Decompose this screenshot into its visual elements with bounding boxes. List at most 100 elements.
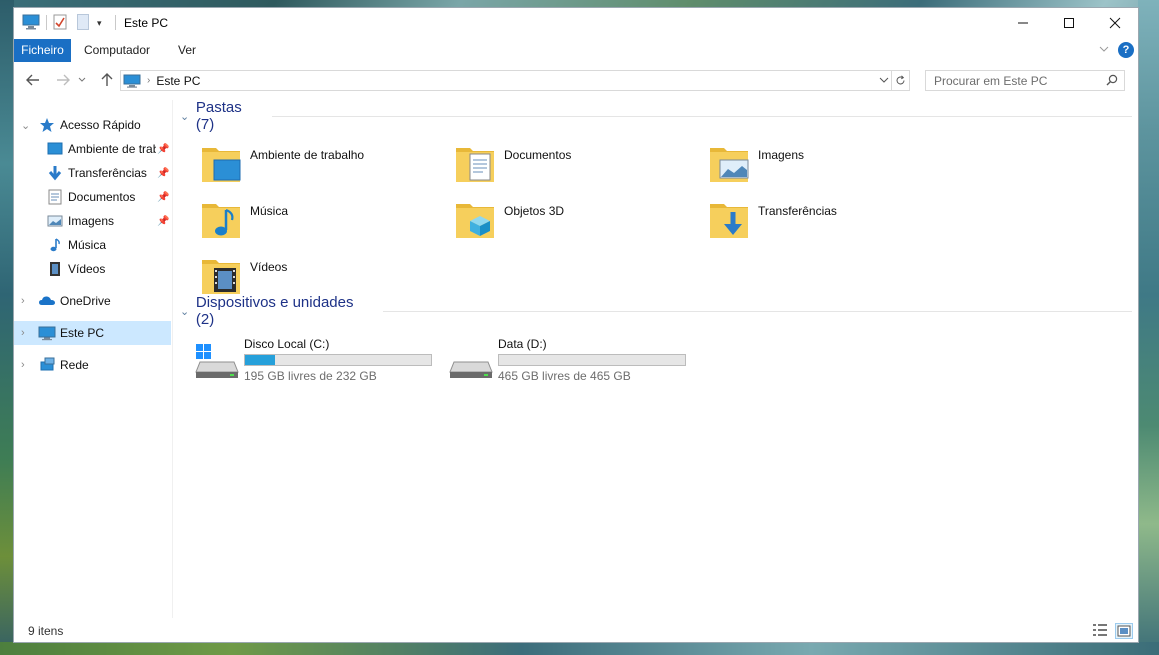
group-header-dispositivos[interactable]: ⌄ Dispositivos e unidades (2): [180, 294, 1132, 328]
nav-label: Documentos: [68, 190, 136, 204]
downloads-icon: [47, 165, 63, 181]
toolbar-separator: [46, 15, 47, 30]
expand-chevron-icon[interactable]: ›: [21, 295, 25, 307]
details-view-icon[interactable]: [1092, 623, 1108, 637]
properties-icon[interactable]: [53, 14, 67, 33]
nav-label: Imagens: [68, 214, 115, 228]
drive-item-c[interactable]: Disco Local (C:) 195 GB livres de 232 GB: [194, 336, 444, 386]
pin-icon[interactable]: 📌: [157, 192, 169, 203]
folder-item[interactable]: Imagens: [708, 142, 948, 192]
pin-icon[interactable]: 📌: [157, 168, 169, 179]
expand-chevron-icon[interactable]: ›: [21, 359, 25, 371]
search-box[interactable]: [925, 70, 1125, 91]
nav-label: Ambiente de trabalho: [68, 142, 156, 156]
maximize-button[interactable]: [1046, 8, 1092, 38]
star-icon: [39, 117, 55, 133]
drive-icon: [448, 344, 494, 380]
network-icon: [38, 357, 55, 373]
collapse-chevron-icon[interactable]: ⌄: [180, 110, 196, 123]
back-button[interactable]: [22, 69, 44, 91]
folder-item[interactable]: Ambiente de trabalho: [200, 142, 440, 192]
nav-item-este-pc[interactable]: › Este PC: [14, 321, 171, 345]
status-bar: 9 itens: [14, 618, 1138, 642]
drive-usage-fill: [245, 355, 275, 365]
folder-label: Ambiente de trabalho: [250, 148, 365, 162]
pane-divider[interactable]: [172, 100, 173, 618]
this-pc-icon: [38, 325, 56, 341]
folder-item[interactable]: Transferências: [708, 198, 948, 248]
this-pc-icon: [123, 74, 141, 88]
tab-ver[interactable]: Ver: [167, 39, 207, 62]
nav-label: OneDrive: [60, 294, 111, 308]
drive-free-space: 195 GB livres de 232 GB: [244, 369, 377, 383]
nav-label: Acesso Rápido: [60, 118, 141, 132]
drive-item-d[interactable]: Data (D:) 465 GB livres de 465 GB: [448, 336, 698, 386]
onedrive-cloud-icon: [38, 293, 55, 309]
search-input[interactable]: [932, 71, 1096, 91]
content-pane: ⌄ Pastas (7) Ambiente de trabalho Docume…: [180, 99, 1132, 614]
recent-locations-chevron-icon[interactable]: [76, 69, 88, 91]
up-button[interactable]: [96, 69, 118, 91]
large-icons-view-icon[interactable]: [1115, 623, 1133, 639]
new-folder-icon[interactable]: [77, 13, 89, 33]
nav-item-transferencias[interactable]: Transferências 📌: [14, 161, 171, 185]
desktop-icon: [47, 141, 63, 157]
expand-ribbon-chevron-icon[interactable]: [1098, 43, 1110, 58]
windows-drive-icon: [194, 344, 240, 380]
music-folder-icon: [200, 198, 244, 242]
folder-item[interactable]: Documentos: [454, 142, 694, 192]
pin-icon[interactable]: 📌: [157, 144, 169, 155]
nav-item-videos[interactable]: Vídeos: [14, 257, 171, 281]
breadcrumb-separator-icon[interactable]: ›: [147, 75, 150, 86]
downloads-folder-icon: [708, 198, 752, 242]
nav-label: Transferências: [68, 166, 147, 180]
pin-icon[interactable]: 📌: [157, 216, 169, 227]
folder-item[interactable]: Objetos 3D: [454, 198, 694, 248]
window-title: Este PC: [124, 16, 169, 30]
nav-item-documentos[interactable]: Documentos 📌: [14, 185, 171, 209]
forward-button[interactable]: [52, 69, 74, 91]
drive-usage-bar: [498, 354, 686, 366]
nav-item-musica[interactable]: Música: [14, 233, 171, 257]
nav-item-acesso-rapido[interactable]: ⌄ Acesso Rápido: [14, 113, 171, 137]
file-explorer-window: ▾ Este PC Ficheiro Computador Ver ? › Es…: [14, 8, 1138, 642]
navigation-pane: ⌄ Acesso Rápido Ambiente de trabalho 📌 T…: [14, 104, 172, 614]
collapse-chevron-icon[interactable]: ⌄: [180, 305, 196, 318]
folder-label: Imagens: [758, 148, 805, 162]
folder-label: Vídeos: [250, 260, 288, 274]
music-icon: [47, 237, 63, 253]
drive-name: Disco Local (C:): [244, 337, 330, 351]
tab-computador[interactable]: Computador: [76, 39, 158, 62]
refresh-button[interactable]: [891, 71, 909, 90]
desktop-wallpaper-bottom: [0, 642, 1159, 655]
customize-toolbar-chevron-icon[interactable]: ▾: [97, 18, 102, 29]
title-bar: ▾ Este PC: [14, 8, 1138, 38]
desktop-folder-icon: [200, 142, 244, 186]
title-separator: [115, 15, 116, 30]
desktop-wallpaper-left: [0, 0, 14, 655]
nav-item-rede[interactable]: › Rede: [14, 353, 171, 377]
group-header-pastas[interactable]: ⌄ Pastas (7): [180, 99, 1132, 133]
address-bar[interactable]: › Este PC: [120, 70, 910, 91]
expand-chevron-icon[interactable]: ›: [21, 327, 25, 339]
minimize-button[interactable]: [1000, 8, 1046, 38]
help-icon[interactable]: ?: [1118, 42, 1134, 58]
folder-item[interactable]: Música: [200, 198, 440, 248]
3d-objects-folder-icon: [454, 198, 498, 242]
folder-label: Música: [250, 204, 289, 218]
nav-item-ambiente-de-trabalho[interactable]: Ambiente de trabalho 📌: [14, 137, 171, 161]
documents-folder-icon: [454, 142, 498, 186]
nav-item-imagens[interactable]: Imagens 📌: [14, 209, 171, 233]
this-pc-icon: [22, 14, 40, 33]
item-count: 9 itens: [28, 624, 64, 638]
group-divider: [382, 310, 1132, 312]
close-button[interactable]: [1092, 8, 1138, 38]
documents-icon: [47, 189, 63, 205]
address-dropdown-chevron-icon[interactable]: [879, 74, 889, 88]
videos-icon: [47, 261, 63, 277]
search-icon[interactable]: [1106, 74, 1118, 89]
tab-ficheiro[interactable]: Ficheiro: [14, 39, 71, 62]
breadcrumb-este-pc[interactable]: Este PC: [156, 74, 200, 88]
nav-item-onedrive[interactable]: › OneDrive: [14, 289, 171, 313]
expand-chevron-icon[interactable]: ⌄: [21, 119, 30, 132]
